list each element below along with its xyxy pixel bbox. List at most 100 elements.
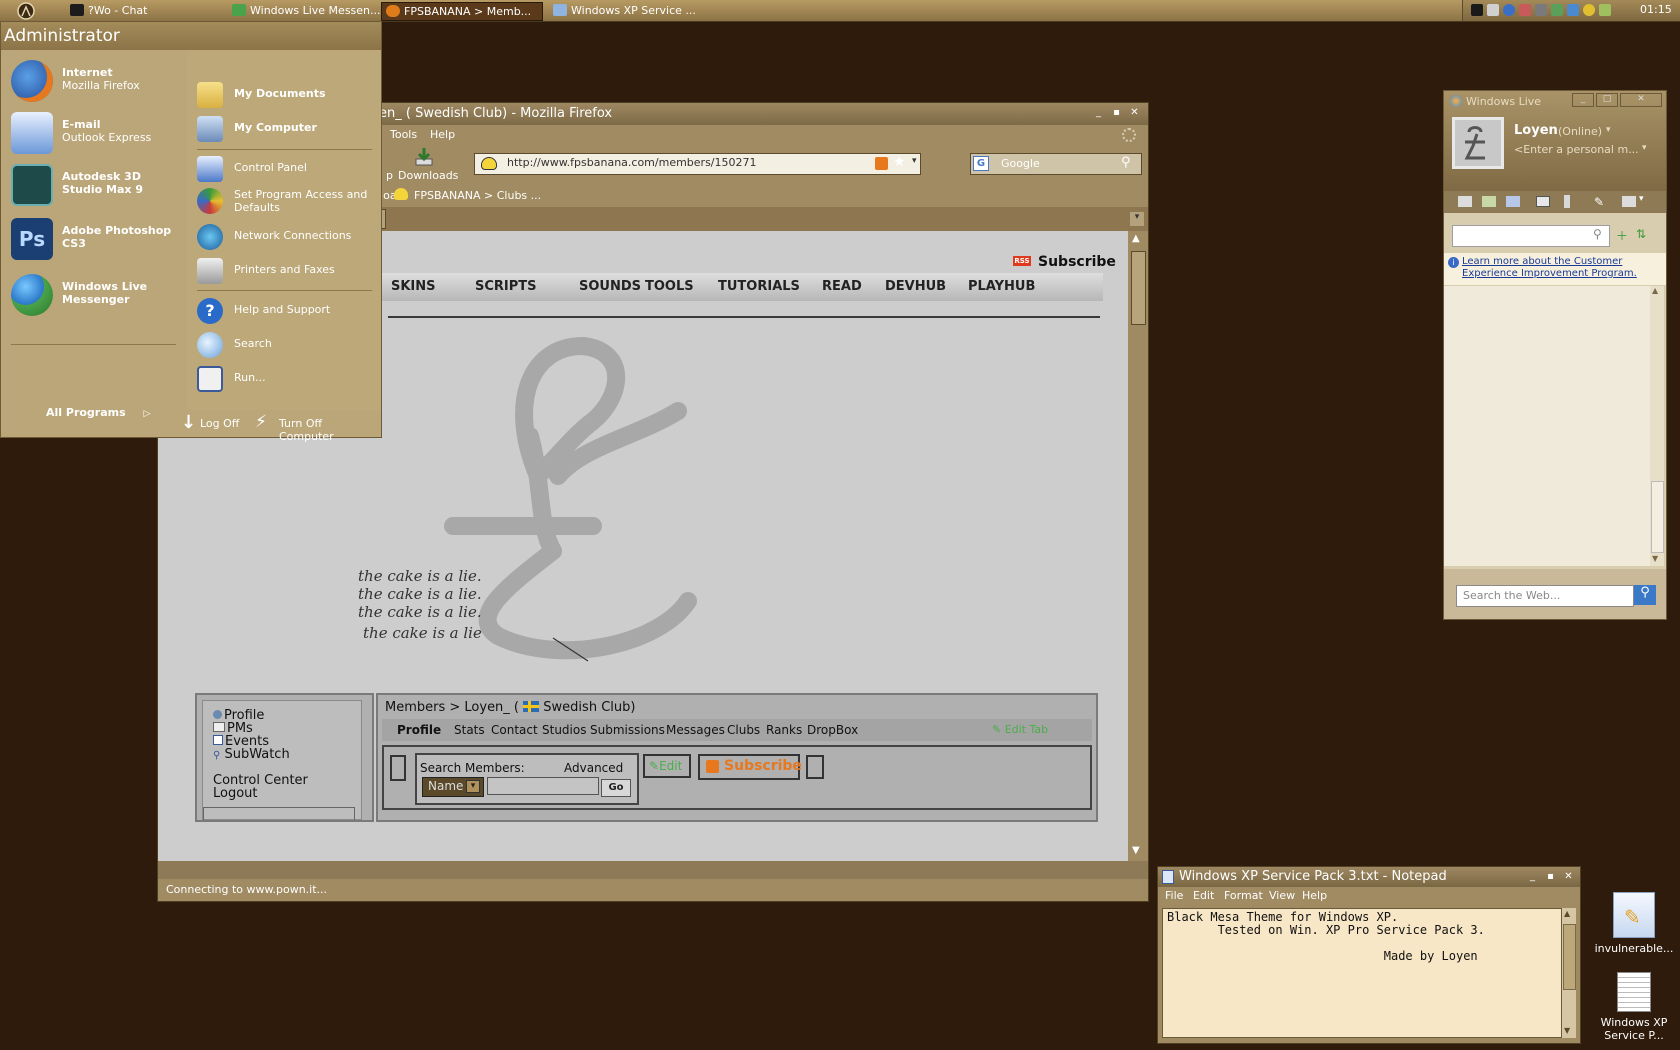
minimize-button[interactable]: _ bbox=[1527, 871, 1538, 882]
downloads-button[interactable]: Downloads bbox=[398, 147, 458, 183]
tab-profile[interactable]: Profile bbox=[397, 723, 441, 737]
nav-scripts[interactable]: SCRIPTS bbox=[475, 279, 537, 294]
tab-ranks[interactable]: Ranks bbox=[766, 723, 802, 737]
nav-playhub[interactable]: PLAYHUB bbox=[968, 279, 1035, 294]
menu-icon[interactable] bbox=[1622, 196, 1636, 207]
menu-dropdown-icon[interactable]: ▾ bbox=[1639, 194, 1644, 204]
turn-off-button[interactable]: ⚡ Turn Off Computer bbox=[255, 412, 379, 443]
maximize-button[interactable]: □ bbox=[1596, 93, 1618, 107]
close-button[interactable]: ✕ bbox=[1563, 871, 1574, 882]
tab-messages[interactable]: Messages bbox=[666, 723, 725, 737]
online-status[interactable]: (Online) bbox=[1558, 125, 1602, 138]
pinned-internet[interactable]: Internet Mozilla Firefox bbox=[9, 54, 184, 104]
maximize-button[interactable]: ▪ bbox=[1545, 871, 1556, 882]
scroll-thumb[interactable] bbox=[1563, 924, 1576, 990]
maximize-button[interactable]: ▪ bbox=[1111, 107, 1122, 118]
places-run[interactable]: Run... bbox=[197, 364, 377, 394]
go-button[interactable]: Go bbox=[601, 779, 631, 797]
menu-tools[interactable]: Tools bbox=[390, 128, 417, 141]
scroll-up-icon[interactable]: ▲ bbox=[1132, 233, 1140, 244]
taskbar-item-firefox[interactable]: FPSBANANA > Memb... bbox=[381, 2, 543, 21]
places-printers[interactable]: Printers and Faxes bbox=[197, 256, 377, 286]
bookmark-fpsbanana-clubs[interactable]: FPSBANANA > Clubs ... bbox=[414, 189, 541, 202]
all-programs-button[interactable]: All Programs ▷ bbox=[46, 406, 150, 419]
tab-clubs[interactable]: Clubs bbox=[727, 723, 760, 737]
notepad-text-area[interactable]: Black Mesa Theme for Windows XP. Tested … bbox=[1162, 908, 1562, 1038]
add-contact-icon[interactable]: ＋ bbox=[1616, 227, 1628, 244]
brush-icon[interactable]: ✎ bbox=[1594, 195, 1604, 209]
calendar-icon[interactable] bbox=[1536, 196, 1550, 207]
menu-help[interactable]: Help bbox=[1302, 889, 1327, 902]
taskbar-item-messenger[interactable]: Windows Live Messen... bbox=[228, 2, 382, 19]
desktop-icon-invulnerable[interactable]: ✎ invulnerable... bbox=[1592, 892, 1676, 955]
pinned-3dsmax[interactable]: Autodesk 3D Studio Max 9 bbox=[9, 158, 184, 208]
places-my-documents[interactable]: My Documents bbox=[197, 80, 377, 110]
security-tray-icon[interactable] bbox=[1535, 4, 1547, 16]
minimize-button[interactable]: _ bbox=[1572, 93, 1594, 107]
places-control-panel[interactable]: Control Panel bbox=[197, 154, 377, 184]
edit-button[interactable]: ✎Edit bbox=[643, 754, 691, 778]
contact-name[interactable]: Loyen bbox=[1514, 123, 1558, 138]
usb-tray-icon[interactable] bbox=[1487, 4, 1499, 16]
smiley-tray-icon[interactable] bbox=[1583, 4, 1595, 16]
nav-read[interactable]: READ bbox=[822, 279, 862, 294]
tab-dropbox[interactable]: DropBox bbox=[807, 723, 858, 737]
ceip-link[interactable]: Learn more about the Customer Experience… bbox=[1462, 256, 1652, 280]
page-scrollbar[interactable]: ▲ ▼ bbox=[1128, 231, 1148, 861]
tab-submissions[interactable]: Submissions bbox=[590, 723, 665, 737]
pinned-email[interactable]: E-mail Outlook Express bbox=[9, 106, 184, 156]
scroll-up-icon[interactable]: ▲ bbox=[1564, 909, 1570, 918]
contact-search-input[interactable]: ⚲ bbox=[1452, 225, 1610, 247]
nav-sounds[interactable]: SOUNDS bbox=[579, 279, 641, 294]
desktop-icon-sp3-text[interactable]: Windows XP Service P... bbox=[1592, 972, 1676, 1042]
minimize-button[interactable]: _ bbox=[1093, 107, 1104, 118]
contacts-icon[interactable] bbox=[1482, 196, 1496, 207]
places-help-support[interactable]: ? Help and Support bbox=[197, 296, 377, 326]
scroll-thumb[interactable] bbox=[1131, 251, 1146, 325]
personal-message-field[interactable]: <Enter a personal m... bbox=[1514, 143, 1639, 156]
subscribe-button[interactable]: Subscribe bbox=[698, 754, 802, 780]
scroll-down-icon[interactable]: ▼ bbox=[1564, 1026, 1570, 1035]
pinned-photoshop[interactable]: Ps Adobe Photoshop CS3 bbox=[9, 212, 184, 262]
message-dropdown-icon[interactable]: ▾ bbox=[1642, 143, 1647, 153]
group-icon[interactable] bbox=[1506, 196, 1520, 207]
search-icon[interactable]: ⚲ bbox=[1121, 155, 1131, 170]
close-button[interactable]: ✕ bbox=[1620, 93, 1662, 107]
menu-help[interactable]: Help bbox=[430, 128, 455, 141]
close-button[interactable]: ✕ bbox=[1129, 107, 1140, 118]
nav-devhub[interactable]: DEVHUB bbox=[885, 279, 946, 294]
search-members-input[interactable] bbox=[487, 777, 599, 795]
google-engine-icon[interactable]: G bbox=[973, 156, 989, 171]
status-dropdown-icon[interactable]: ▾ bbox=[1606, 125, 1611, 135]
url-dropdown-icon[interactable]: ▾ bbox=[912, 156, 917, 166]
address-bar[interactable]: http://www.fpsbanana.com/members/150271 … bbox=[474, 153, 921, 175]
taskbar-item-chat[interactable]: ?Wo - Chat bbox=[66, 2, 220, 19]
taskbar-item-notepad[interactable]: Windows XP Service ... bbox=[549, 2, 703, 19]
places-search[interactable]: Search bbox=[197, 330, 377, 360]
star-bookmark-icon[interactable]: ★ bbox=[893, 154, 906, 170]
places-program-access[interactable]: Set Program Access and Defaults bbox=[197, 186, 377, 222]
mail-icon[interactable] bbox=[1458, 196, 1472, 207]
network-tray-icon[interactable] bbox=[1503, 4, 1515, 16]
volume-tray-icon[interactable] bbox=[1519, 4, 1531, 16]
sort-contacts-icon[interactable]: ⇅ bbox=[1636, 227, 1646, 241]
advanced-search-link[interactable]: Advanced bbox=[564, 761, 623, 775]
battery-tray-icon[interactable] bbox=[1599, 4, 1611, 16]
web-search-input[interactable]: Search the Web... bbox=[1456, 585, 1634, 607]
start-button[interactable] bbox=[14, 1, 38, 20]
nav-tutorials[interactable]: TUTORIALS bbox=[718, 279, 800, 294]
phone-icon[interactable] bbox=[1564, 195, 1570, 208]
pinned-messenger[interactable]: Windows Live Messenger bbox=[9, 268, 184, 318]
menu-file[interactable]: File bbox=[1165, 889, 1183, 902]
update-tray-icon[interactable] bbox=[1567, 4, 1579, 16]
tab-stats[interactable]: Stats bbox=[454, 723, 485, 737]
scroll-down-icon[interactable]: ▼ bbox=[1132, 845, 1140, 856]
log-off-button[interactable]: ↓ Log Off bbox=[181, 412, 247, 436]
scroll-down-icon[interactable]: ▼ bbox=[1652, 554, 1658, 563]
edit-tab-link[interactable]: ✎ Edit Tab bbox=[992, 723, 1048, 736]
places-network-connections[interactable]: Network Connections bbox=[197, 222, 377, 252]
scroll-up-icon[interactable]: ▲ bbox=[1652, 286, 1658, 295]
scroll-thumb[interactable] bbox=[1651, 481, 1664, 553]
tab-studios[interactable]: Studios bbox=[542, 723, 586, 737]
rss-feed-icon[interactable] bbox=[875, 157, 888, 170]
